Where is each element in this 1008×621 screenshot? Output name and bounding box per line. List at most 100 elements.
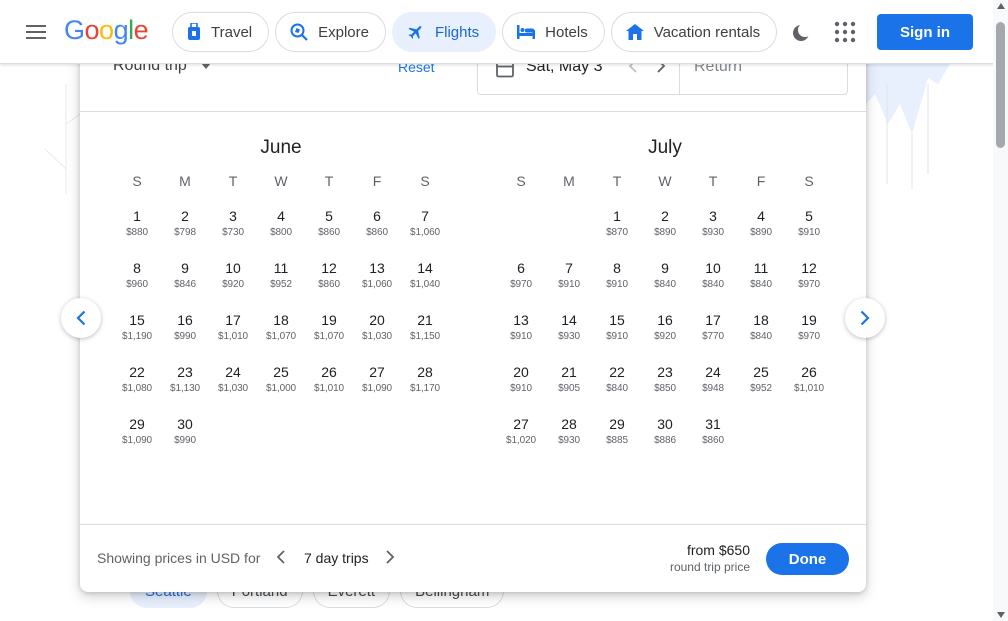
previous-month-button[interactable] — [61, 298, 101, 338]
calendar-day[interactable]: 19 $1,070 — [305, 304, 353, 356]
calendar-day[interactable]: 16 $920 — [641, 304, 689, 356]
day-price: $910 — [510, 383, 532, 394]
calendar-day[interactable]: 18 $1,070 — [257, 304, 305, 356]
calendar-day[interactable]: 24 $1,030 — [209, 356, 257, 408]
calendar-day[interactable]: 7 $910 — [545, 252, 593, 304]
calendar-day[interactable]: 30 $990 — [161, 408, 209, 460]
calendar-day[interactable]: 18 $840 — [737, 304, 785, 356]
calendar-day[interactable]: 28 $930 — [545, 408, 593, 460]
calendar-day[interactable]: 16 $990 — [161, 304, 209, 356]
calendar-day[interactable]: 31 $860 — [689, 408, 737, 460]
day-number: 23 — [177, 364, 193, 380]
calendar-day[interactable]: 9 $840 — [641, 252, 689, 304]
calendar-day[interactable]: 14 $1,040 — [401, 252, 449, 304]
calendar-day[interactable]: 14 $930 — [545, 304, 593, 356]
calendar-day[interactable]: 13 $1,060 — [353, 252, 401, 304]
day-number: 19 — [321, 312, 337, 328]
calendar-day[interactable]: 10 $840 — [689, 252, 737, 304]
day-number: 23 — [657, 364, 673, 380]
calendar-day[interactable]: 29 $1,090 — [113, 408, 161, 460]
scroll-up-icon[interactable] — [997, 3, 1005, 9]
main-menu-icon[interactable] — [20, 16, 52, 48]
calendar-day[interactable]: 13 $910 — [497, 304, 545, 356]
google-logo[interactable]: Google — [64, 15, 149, 46]
calendar-day[interactable]: 26 $1,010 — [305, 356, 353, 408]
calendar-day[interactable]: 15 $910 — [593, 304, 641, 356]
calendar-day[interactable]: 22 $840 — [593, 356, 641, 408]
calendar-day[interactable]: 22 $1,080 — [113, 356, 161, 408]
calendar-day[interactable]: 8 $960 — [113, 252, 161, 304]
month-title: June — [260, 137, 302, 158]
calendar-day[interactable]: 5 $910 — [785, 200, 833, 252]
day-number: 5 — [325, 208, 333, 224]
calendar-day[interactable]: 7 $1,060 — [401, 200, 449, 252]
day-number: 13 — [513, 312, 529, 328]
calendar-day[interactable]: 27 $1,090 — [353, 356, 401, 408]
next-month-button[interactable] — [845, 298, 885, 338]
day-number: 22 — [129, 364, 145, 380]
calendar-day[interactable]: 5 $860 — [305, 200, 353, 252]
calendar-day[interactable]: 1 $870 — [593, 200, 641, 252]
nav-chip-hotels[interactable]: Hotels — [502, 12, 605, 52]
calendar-day[interactable]: 8 $910 — [593, 252, 641, 304]
calendar-day[interactable]: 17 $1,010 — [209, 304, 257, 356]
nav-chip-explore[interactable]: Explore — [275, 12, 386, 52]
day-number: 18 — [273, 312, 289, 328]
day-price: $890 — [654, 227, 676, 238]
calendar-day[interactable]: 4 $890 — [737, 200, 785, 252]
dark-mode-icon[interactable] — [788, 20, 814, 46]
calendar-day[interactable]: 25 $952 — [737, 356, 785, 408]
calendar-day[interactable]: 2 $798 — [161, 200, 209, 252]
calendar-day[interactable]: 11 $840 — [737, 252, 785, 304]
scroll-down-icon[interactable] — [997, 612, 1005, 618]
calendar-day[interactable]: 3 $930 — [689, 200, 737, 252]
day-number: 1 — [133, 208, 141, 224]
calendar-day[interactable]: 23 $850 — [641, 356, 689, 408]
calendar-day[interactable]: 24 $948 — [689, 356, 737, 408]
day-price: $1,090 — [362, 383, 392, 394]
weekday-label: M — [563, 173, 575, 189]
calendar-day[interactable]: 9 $846 — [161, 252, 209, 304]
day-grid: 1 $870 2 $890 3 $930 4 $890 5 $910 6 $970 7 $910 8 $910… — [497, 200, 833, 460]
day-number: 27 — [513, 416, 529, 432]
done-button[interactable]: Done — [766, 543, 849, 575]
day-price: $930 — [702, 227, 724, 238]
calendar-day[interactable]: 10 $920 — [209, 252, 257, 304]
calendar-day[interactable]: 4 $800 — [257, 200, 305, 252]
calendar-day[interactable]: 12 $970 — [785, 252, 833, 304]
calendar-day[interactable]: 11 $952 — [257, 252, 305, 304]
calendar-day[interactable]: 12 $860 — [305, 252, 353, 304]
calendar-day[interactable]: 26 $1,010 — [785, 356, 833, 408]
calendar-day[interactable]: 28 $1,170 — [401, 356, 449, 408]
calendar-day[interactable]: 30 $886 — [641, 408, 689, 460]
page-scrollbar[interactable] — [993, 0, 1008, 621]
sign-in-button[interactable]: Sign in — [877, 14, 973, 50]
nav-chip-vacation-rentals[interactable]: Vacation rentals — [610, 12, 778, 52]
trip-length-increase-icon[interactable] — [385, 550, 395, 564]
calendar-day[interactable]: 23 $1,130 — [161, 356, 209, 408]
google-apps-icon[interactable] — [832, 19, 858, 45]
calendar-day[interactable]: 20 $1,030 — [353, 304, 401, 356]
calendar-day[interactable]: 21 $905 — [545, 356, 593, 408]
day-number: 12 — [801, 260, 817, 276]
calendar-day[interactable]: 21 $1,150 — [401, 304, 449, 356]
calendar-day[interactable]: 27 $1,020 — [497, 408, 545, 460]
calendar-day[interactable]: 25 $1,000 — [257, 356, 305, 408]
calendar-day[interactable]: 15 $1,190 — [113, 304, 161, 356]
calendar-day[interactable]: 1 $880 — [113, 200, 161, 252]
calendar-day[interactable]: 2 $890 — [641, 200, 689, 252]
calendar-day[interactable]: 17 $770 — [689, 304, 737, 356]
calendar-day[interactable]: 29 $885 — [593, 408, 641, 460]
trip-length-decrease-icon[interactable] — [276, 550, 286, 564]
nav-chip-travel[interactable]: Travel — [172, 12, 270, 52]
calendar-day[interactable]: 6 $970 — [497, 252, 545, 304]
day-price: $1,080 — [122, 383, 152, 394]
day-number: 15 — [609, 312, 625, 328]
calendar-day[interactable]: 3 $730 — [209, 200, 257, 252]
nav-chip-flights[interactable]: Flights — [391, 12, 497, 52]
scroll-thumb[interactable] — [996, 22, 1005, 148]
calendar-day[interactable]: 20 $910 — [497, 356, 545, 408]
weekday-label: M — [179, 173, 191, 189]
calendar-day[interactable]: 19 $970 — [785, 304, 833, 356]
calendar-day[interactable]: 6 $860 — [353, 200, 401, 252]
